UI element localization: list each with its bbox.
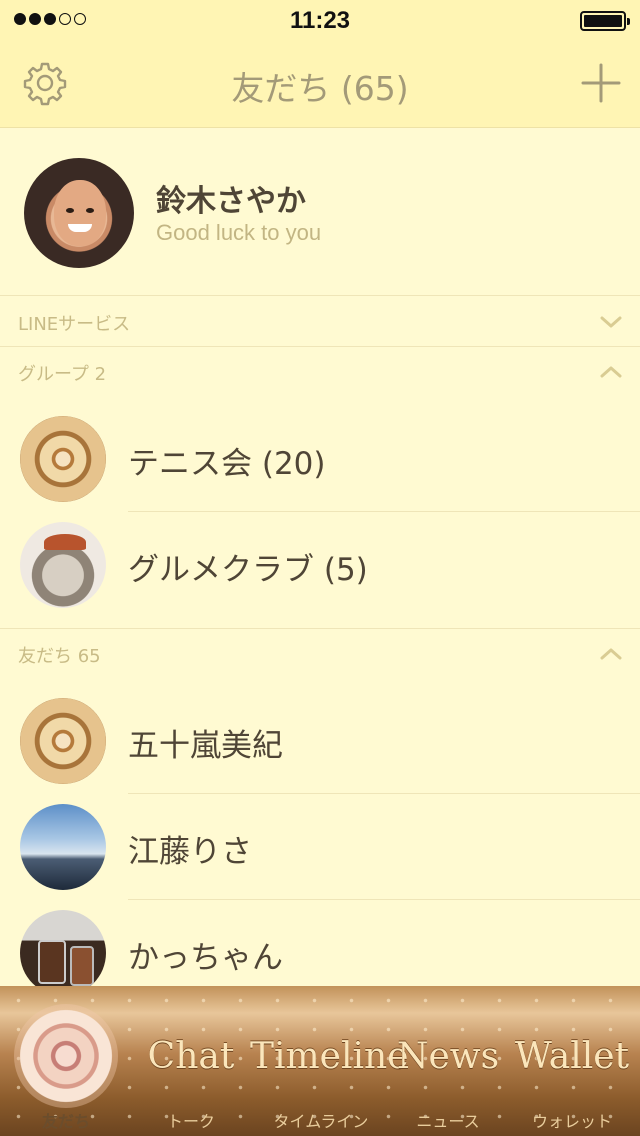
friend-name: 江藤りさ [128, 834, 252, 870]
friend-name: 五十嵐美紀 [128, 728, 283, 764]
tab-label: 友だち [41, 1112, 90, 1131]
avatar[interactable] [24, 158, 134, 268]
battery-icon [580, 11, 630, 31]
list-item[interactable]: テニス会 (20) [0, 406, 640, 512]
section-label: 友だち 65 [18, 646, 101, 667]
tab-news[interactable]: News ニュース [392, 986, 504, 1136]
chevron-up-icon [600, 648, 622, 660]
add-friend-button[interactable] [580, 62, 622, 104]
nav-bar: 友だち (65) [0, 40, 640, 128]
status-bar: 11:23 [0, 0, 640, 40]
section-line-services[interactable]: LINEサービス [0, 297, 640, 347]
tab-title: Wallet [514, 1036, 630, 1077]
tab-label: ニュース [416, 1112, 480, 1131]
status-time: 11:23 [289, 7, 351, 34]
tab-title: Timeline [250, 1036, 409, 1077]
tab-label: タイムライン [273, 1112, 369, 1131]
list-item[interactable]: 江藤りさ [0, 794, 640, 900]
chevron-up-icon [600, 366, 622, 378]
mandala-icon [14, 1004, 118, 1108]
profile-status-message: Good luck to you [156, 220, 322, 245]
tab-chat[interactable]: Chat トーク [132, 986, 250, 1136]
section-label: グループ 2 [18, 364, 107, 385]
friend-avatar [20, 804, 106, 890]
tab-label: ウォレット [531, 1112, 612, 1131]
friend-avatar [20, 910, 106, 996]
group-avatar [20, 522, 106, 608]
section-label: LINEサービス [18, 314, 131, 335]
tab-friends[interactable]: 友だち [0, 986, 132, 1136]
my-profile[interactable]: 鈴木さやか Good luck to you [0, 128, 640, 296]
tab-bar: 友だち Chat トーク Timeline タイムライン News ニュース W… [0, 986, 640, 1136]
list-item[interactable]: グルメクラブ (5) [0, 512, 640, 618]
tab-title: Chat [147, 1036, 235, 1077]
tab-wallet[interactable]: Wallet ウォレット [504, 986, 640, 1136]
list-item[interactable]: 五十嵐美紀 [0, 688, 640, 794]
page-title: 友だち (65) [231, 69, 409, 108]
profile-name: 鈴木さやか [156, 184, 306, 219]
section-friends[interactable]: 友だち 65 [0, 628, 640, 678]
group-avatar [20, 416, 106, 502]
group-name: グルメクラブ (5) [128, 552, 368, 588]
friend-name: かっちゃん [128, 940, 283, 976]
tab-label: トーク [166, 1112, 215, 1131]
group-name: テニス会 (20) [128, 446, 326, 482]
friend-avatar [20, 698, 106, 784]
section-groups[interactable]: グループ 2 [0, 347, 640, 397]
tab-timeline[interactable]: Timeline タイムライン [250, 986, 409, 1136]
chevron-down-icon [600, 316, 622, 328]
tab-title: News [396, 1036, 500, 1077]
